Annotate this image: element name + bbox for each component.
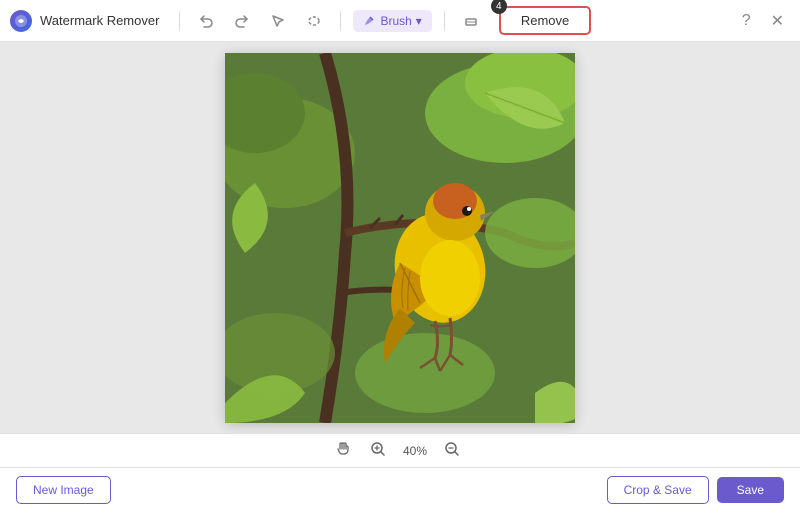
toolbar-divider-2: [340, 11, 341, 31]
crop-save-button[interactable]: Crop & Save: [607, 476, 709, 504]
footer-bar: New Image Crop & Save Save: [0, 467, 800, 511]
brush-tool-button[interactable]: Brush ▾: [353, 10, 431, 32]
status-bar: 40%: [0, 433, 800, 467]
help-button[interactable]: ?: [736, 8, 757, 34]
remove-button-wrap: 4 Remove: [499, 6, 591, 35]
toolbar-divider-3: [444, 11, 445, 31]
image-container[interactable]: [225, 53, 575, 423]
save-button[interactable]: Save: [717, 477, 784, 503]
zoom-in-button[interactable]: [365, 439, 391, 462]
app-title: Watermark Remover: [40, 13, 159, 28]
remove-button[interactable]: Remove: [499, 6, 591, 35]
app-logo: [10, 10, 32, 32]
canvas-area: [0, 42, 800, 433]
redo-button[interactable]: [228, 9, 256, 33]
title-bar: Watermark Remover Brush ▾ 4 Remove ? ✕: [0, 0, 800, 42]
zoom-level: 40%: [403, 444, 427, 458]
image-display: [225, 53, 575, 423]
zoom-out-button[interactable]: [439, 439, 465, 462]
undo-button[interactable]: [192, 9, 220, 33]
brush-label: Brush: [380, 14, 411, 28]
hand-tool-button[interactable]: [335, 440, 353, 462]
new-image-button[interactable]: New Image: [16, 476, 111, 504]
lasso-tool-button[interactable]: [300, 9, 328, 33]
toolbar-divider: [179, 11, 180, 31]
close-button[interactable]: ✕: [765, 7, 790, 35]
brush-dropdown-icon: ▾: [416, 14, 422, 28]
eraser-tool-button[interactable]: [457, 9, 485, 33]
selection-tool-button[interactable]: [264, 9, 292, 33]
